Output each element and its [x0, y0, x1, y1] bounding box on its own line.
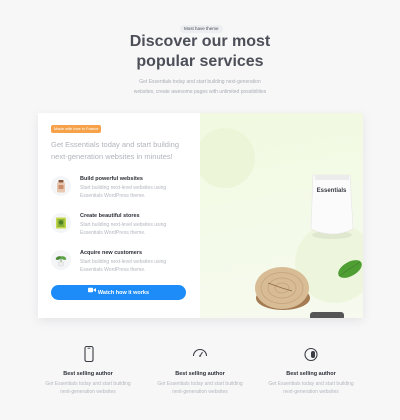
- potted-plant-icon: [51, 250, 71, 270]
- page-subtitle-line-2: websites, create awesome pages with unli…: [133, 89, 267, 95]
- bottom-feature-desc-line-1: Get Essentials today and start building: [45, 381, 131, 387]
- feature-desc-line-2: Essentials WordPress theme.: [80, 267, 146, 273]
- bottom-feature-title: Best selling author: [286, 371, 336, 377]
- feature-desc-line-1: Start building next-level websites using: [80, 222, 167, 228]
- product-illustration: [200, 128, 363, 318]
- bottom-feature-desc-line-2: next-generation websites: [283, 389, 339, 395]
- toggle-icon: [303, 346, 319, 362]
- feature-desc-line-1: Start building next-level websites using: [80, 259, 167, 265]
- watch-how-it-works-button[interactable]: Watch how it works: [51, 285, 186, 300]
- plant-frame-icon: [51, 213, 71, 233]
- cta-label: Watch how it works: [97, 289, 150, 296]
- cosmetic-bottle-icon: [51, 176, 71, 196]
- services-card-text: Made with love in France Get Essentials …: [38, 113, 200, 318]
- feature-desc-line-2: Essentials WordPress theme.: [80, 230, 146, 236]
- feature-title: Create beautiful stores: [80, 213, 140, 219]
- bottom-feature-title: Best selling author: [63, 371, 113, 377]
- bottom-feature-desc-line-2: next-generation websites: [60, 389, 116, 395]
- services-card: Made with love in France Get Essentials …: [38, 113, 363, 318]
- video-camera-icon: [87, 285, 96, 300]
- card-intro: Get Essentials today and start building …: [51, 140, 179, 161]
- page-subtitle-line-1: Get Essentials today and start building …: [139, 79, 261, 85]
- smartphone-icon: [82, 345, 96, 363]
- feature-desc-line-1: Start building next-level websites using: [80, 185, 167, 191]
- feature-title: Build powerful websites: [80, 176, 143, 182]
- product-showcase: Essentials: [200, 113, 363, 318]
- page-title-line-1: Discover our most: [129, 33, 271, 50]
- bottom-feature-desc-line-1: Get Essentials today and start building: [268, 381, 354, 387]
- gauge-icon: [192, 346, 208, 362]
- feature-desc-line-2: Essentials WordPress theme.: [80, 193, 146, 199]
- page-title-line-2: popular services: [136, 53, 264, 70]
- product-label: Essentials: [316, 188, 347, 194]
- feature-title: Acquire new customers: [80, 250, 143, 256]
- status-badge: Made with love in France: [51, 125, 102, 133]
